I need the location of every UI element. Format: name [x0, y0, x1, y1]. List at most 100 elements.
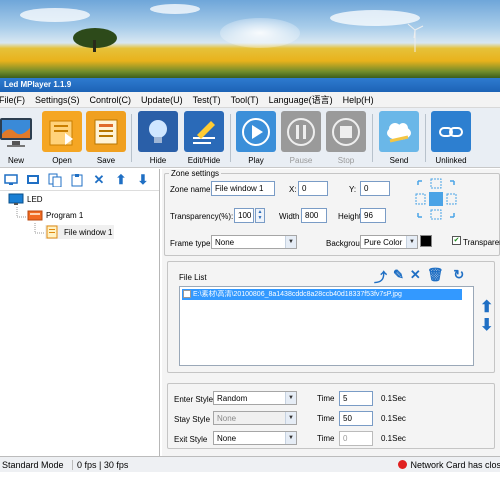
stay-style-select[interactable]: None ▼	[213, 411, 297, 425]
zone-name-input[interactable]: File window 1	[211, 181, 275, 196]
image-file-icon	[183, 290, 191, 298]
folder-icon	[42, 111, 82, 152]
width-input[interactable]: 800	[301, 208, 327, 223]
enter-time-input[interactable]: 5	[339, 391, 373, 406]
transparent-checkbox[interactable]: ✔	[452, 236, 461, 245]
stay-time-input[interactable]: 50	[339, 411, 373, 426]
move-down-icon[interactable]: ⬇	[134, 171, 152, 189]
stay-time-label: Time	[317, 414, 335, 423]
cloud-upload-icon	[379, 111, 419, 152]
exit-time-unit: 0.1Sec	[381, 434, 406, 443]
chevron-down-icon: ▼	[285, 236, 296, 248]
background-color-swatch[interactable]	[420, 235, 432, 247]
play-button[interactable]: Play	[235, 111, 277, 167]
send-button[interactable]: Send	[377, 111, 421, 167]
alignment-grid	[414, 177, 458, 221]
file-window-icon	[46, 225, 58, 239]
enter-style-select[interactable]: Random ▼	[213, 391, 297, 405]
file-list[interactable]: E:\素材\高清\20100806_8a1438cddc8a28ccb40d18…	[179, 286, 474, 366]
network-status: Network Card has close	[398, 460, 500, 470]
window-footer	[0, 472, 500, 500]
enter-style-label: Enter Style	[174, 395, 214, 404]
unlinked-button[interactable]: Unlinked	[429, 111, 473, 167]
menu-help[interactable]: Help(H)	[338, 95, 379, 105]
toolbar: New Open Save Hide Edit/Hide Play Pause …	[0, 108, 500, 168]
reorder-controls: ⬆ ⬇	[480, 299, 493, 335]
program-add-icon[interactable]	[24, 171, 42, 189]
move-up-icon[interactable]: ⬆	[112, 171, 130, 189]
toolbar-separator	[131, 114, 132, 162]
menu-language[interactable]: Language(语言)	[264, 93, 338, 106]
menu-file[interactable]: File(F)	[0, 95, 30, 105]
background-label: Backgroud	[326, 239, 365, 248]
stop-button[interactable]: Stop	[325, 111, 367, 167]
toolbar-separator	[372, 114, 373, 162]
delete-icon[interactable]: ✕	[90, 171, 108, 189]
landscape-graphic	[73, 23, 424, 52]
mode-status: Standard Mode	[0, 459, 73, 470]
chevron-down-icon: ▼	[285, 392, 296, 404]
refresh-icon[interactable]: ↻	[453, 267, 464, 286]
edit-file-icon[interactable]: ✎	[393, 267, 404, 286]
hide-button[interactable]: Hide	[137, 111, 179, 167]
x-input[interactable]: 0	[298, 181, 328, 196]
transparent-label: Transparent	[463, 238, 500, 247]
y-input[interactable]: 0	[360, 181, 390, 196]
stay-style-label: Stay Style	[174, 415, 211, 424]
screen-add-icon[interactable]	[2, 171, 20, 189]
y-label: Y:	[349, 185, 357, 194]
stay-time-unit: 0.1Sec	[381, 414, 406, 423]
menu-tool[interactable]: Tool(T)	[226, 95, 264, 105]
chevron-down-icon: ▼	[406, 236, 417, 248]
width-label: Width	[279, 212, 300, 221]
settings-panel: Zone settings Zone name File window 1 X:…	[162, 169, 500, 456]
stop-icon	[326, 111, 366, 152]
exit-style-label: Exit Style	[174, 435, 208, 444]
play-icon	[236, 111, 276, 152]
transparency-input[interactable]: 100	[234, 208, 254, 223]
add-file-icon[interactable]: ⤴	[374, 267, 387, 286]
align-arrows-icon[interactable]	[414, 177, 458, 221]
toolbar-separator	[425, 114, 426, 162]
height-input[interactable]: 96	[360, 208, 386, 223]
frame-type-select[interactable]: None ▼	[211, 235, 297, 249]
list-item[interactable]: E:\素材\高清\20100806_8a1438cddc8a28ccb40d18…	[182, 289, 462, 300]
open-button[interactable]: Open	[42, 111, 82, 167]
error-icon	[398, 460, 408, 469]
paste-icon[interactable]	[68, 171, 86, 189]
trash-icon[interactable]: 🗑	[427, 267, 444, 286]
menu-settings[interactable]: Settings(S)	[30, 95, 85, 105]
tree-item-file-window[interactable]: File window 1	[45, 225, 115, 239]
file-list-label: File List	[179, 273, 207, 282]
enter-time-label: Time	[317, 394, 335, 403]
tree-item-program[interactable]: Program 1	[27, 209, 83, 221]
tree-item-led[interactable]: LED	[8, 193, 43, 205]
save-icon	[86, 111, 126, 152]
fps-status: 0 fps | 30 fps	[77, 459, 129, 470]
edit-icon	[184, 111, 224, 152]
file-list-toolbar: ⤴ ✎ ✕ 🗑 ↻	[374, 267, 464, 286]
exit-time-input[interactable]: 0	[339, 431, 373, 446]
menu-update[interactable]: Update(U)	[136, 95, 188, 105]
pause-button[interactable]: Pause	[280, 111, 322, 167]
edit-hide-button[interactable]: Edit/Hide	[182, 111, 226, 167]
lightbulb-icon	[138, 111, 178, 152]
pause-icon	[281, 111, 321, 152]
menu-control[interactable]: Control(C)	[85, 95, 137, 105]
frame-type-label: Frame type	[170, 239, 211, 248]
move-up-icon[interactable]: ⬆	[480, 299, 493, 317]
remove-file-icon[interactable]: ✕	[410, 267, 421, 286]
exit-style-select[interactable]: None ▼	[213, 431, 297, 445]
transparency-label: Transparency(%):	[170, 212, 234, 221]
save-button[interactable]: Save	[86, 111, 126, 167]
copy-icon[interactable]	[46, 171, 64, 189]
led-screen-icon	[8, 193, 24, 205]
window-title: Led MPlayer 1.1.9	[0, 78, 500, 92]
menu-test[interactable]: Test(T)	[188, 95, 226, 105]
banner-image	[0, 0, 500, 78]
program-icon	[27, 210, 43, 221]
move-down-icon[interactable]: ⬇	[480, 317, 493, 335]
transparency-spinner[interactable]: ▲ ▼	[255, 208, 265, 223]
new-button[interactable]: New	[0, 111, 36, 167]
background-select[interactable]: Pure Color ▼	[360, 235, 418, 249]
